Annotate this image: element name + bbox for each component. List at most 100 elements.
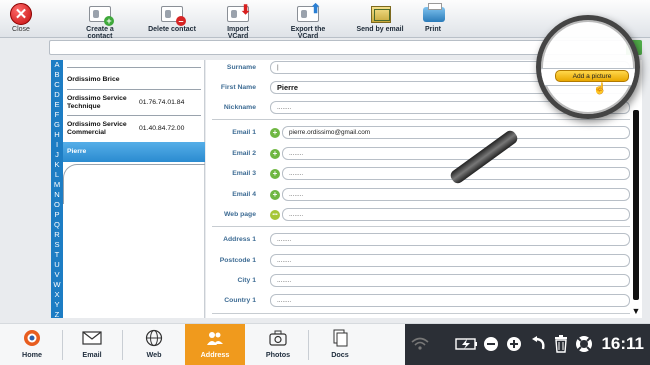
contact-row-brice[interactable]: Ordissimo Brice (63, 73, 205, 87)
dock-photos[interactable]: Photos (258, 327, 298, 365)
alphabet-letter-o[interactable]: O (51, 200, 63, 210)
email1-field[interactable]: pierre.ordissimo@gmail.com (282, 126, 630, 139)
add-email-icon[interactable]: + (270, 169, 280, 179)
globe-icon (144, 329, 164, 347)
zoom-in-icon[interactable] (506, 336, 522, 355)
city1-label: City 1 (237, 277, 256, 284)
alphabet-letter-b[interactable]: B (51, 70, 63, 80)
form-scrollbar[interactable]: ▼ (630, 60, 642, 318)
contact-name: Pierre (67, 148, 87, 155)
close-label: Close (12, 26, 30, 33)
contact-row-service-commercial[interactable]: Ordissimo Service Commercial 01.40.84.72… (63, 118, 205, 140)
camera-icon (268, 329, 288, 347)
add-email-icon[interactable]: + (270, 149, 280, 159)
divider (67, 67, 201, 68)
scroll-down-arrow-icon[interactable]: ▼ (630, 306, 642, 316)
alphabet-letter-t[interactable]: T (51, 250, 63, 260)
email2-label: Email 2 (232, 150, 256, 157)
bottom-dock: Home Email Web Address Photos Docs 16:11 (0, 323, 650, 365)
web-link-icon[interactable]: ••• (270, 210, 280, 220)
create-contact-label: Create a contact (86, 26, 114, 40)
alphabet-letter-q[interactable]: Q (51, 220, 63, 230)
dock-docs-label: Docs (331, 350, 349, 359)
export-vcard-button[interactable]: ⬆ Export the VCard (280, 1, 336, 40)
alphabet-letter-j[interactable]: J (51, 150, 63, 160)
dock-address-label: Address (200, 350, 230, 359)
wifi-icon[interactable] (411, 337, 429, 354)
alphabet-letter-p[interactable]: P (51, 210, 63, 220)
alphabet-letter-i[interactable]: I (51, 140, 63, 150)
city1-field[interactable]: ........ (270, 274, 630, 287)
add-picture-button[interactable]: Add a picture (555, 70, 629, 82)
contact-name: Ordissimo Brice (67, 76, 120, 83)
dock-home[interactable]: Home (12, 327, 52, 365)
alphabet-letter-r[interactable]: R (51, 230, 63, 240)
home-icon (22, 329, 42, 347)
clock: 16:11 (601, 334, 644, 353)
hand-cursor-icon: ☝ (593, 83, 607, 95)
alphabet-letter-g[interactable]: G (51, 120, 63, 130)
close-button[interactable]: ✕ Close (6, 3, 36, 33)
dock-docs[interactable]: Docs (320, 327, 360, 365)
alphabet-letter-h[interactable]: H (51, 130, 63, 140)
document-icon (330, 329, 350, 347)
alphabet-letter-k[interactable]: K (51, 160, 63, 170)
alphabet-letter-s[interactable]: S (51, 240, 63, 250)
postcode1-field[interactable]: ........ (270, 254, 630, 267)
email2-field[interactable]: ........ (282, 147, 630, 160)
country1-field[interactable]: ........ (270, 294, 630, 307)
alphabet-letter-a[interactable]: A (51, 60, 63, 70)
dock-photos-label: Photos (265, 350, 291, 359)
export-vcard-label: Export the VCard (290, 26, 326, 40)
import-vcard-button[interactable]: ⬇ Import VCard (216, 2, 260, 40)
contact-row-pierre[interactable]: Pierre (63, 142, 205, 162)
envelope-icon (82, 329, 102, 347)
alphabet-letter-w[interactable]: W (51, 280, 63, 290)
alphabet-letter-m[interactable]: M (51, 180, 63, 190)
alphabet-letter-d[interactable]: D (51, 90, 63, 100)
alphabet-letter-f[interactable]: F (51, 110, 63, 120)
trash-icon[interactable] (554, 335, 568, 356)
create-contact-button[interactable]: + Create a contact (74, 4, 126, 40)
alphabet-letter-e[interactable]: E (51, 100, 63, 110)
import-vcard-icon: ⬇ (227, 2, 251, 24)
address1-field[interactable]: ........ (270, 233, 630, 246)
printer-icon (422, 3, 445, 24)
alphabet-letter-u[interactable]: U (51, 260, 63, 270)
battery-charging-icon (455, 337, 479, 354)
send-email-icon (369, 4, 391, 24)
dock-web-label: Web (146, 350, 162, 359)
alphabet-letter-v[interactable]: V (51, 270, 63, 280)
dock-email-label: Email (82, 350, 102, 359)
contact-phone: 01.76.74.01.84 (139, 99, 185, 106)
surname-label: Surname (226, 64, 256, 71)
add-email-icon[interactable]: + (270, 128, 280, 138)
import-vcard-label: Import VCard (227, 26, 249, 40)
alphabet-letter-y[interactable]: Y (51, 300, 63, 310)
alphabet-letter-c[interactable]: C (51, 80, 63, 90)
dock-email[interactable]: Email (72, 327, 112, 365)
contact-list: Ordissimo Brice Ordissimo Service Techni… (63, 60, 205, 318)
undo-icon[interactable] (531, 336, 547, 355)
life-ring-icon[interactable] (575, 335, 593, 356)
web-page-field[interactable]: ........ (282, 208, 630, 221)
scroll-thumb[interactable] (633, 110, 639, 300)
status-bar: 16:11 (405, 324, 650, 365)
dock-web[interactable]: Web (134, 327, 174, 365)
send-by-email-button[interactable]: Send by email (355, 4, 405, 33)
delete-contact-button[interactable]: – Delete contact (148, 4, 196, 33)
email3-label: Email 3 (232, 170, 256, 177)
add-email-icon[interactable]: + (270, 190, 280, 200)
section-divider (212, 226, 630, 227)
dock-address[interactable]: Address (185, 324, 245, 365)
zoom-out-icon[interactable] (483, 336, 499, 355)
alphabet-letter-x[interactable]: X (51, 290, 63, 300)
alphabet-letter-z[interactable]: Z (51, 310, 63, 320)
email4-field[interactable]: ........ (282, 188, 630, 201)
contact-name: Ordissimo Service Technique (67, 95, 127, 110)
contact-row-service-technique[interactable]: Ordissimo Service Technique 01.76.74.01.… (63, 92, 205, 114)
alphabet-letter-l[interactable]: L (51, 170, 63, 180)
alphabet-letter-n[interactable]: N (51, 190, 63, 200)
print-button[interactable]: Print (420, 3, 446, 33)
web-page-label: Web page (224, 211, 256, 218)
